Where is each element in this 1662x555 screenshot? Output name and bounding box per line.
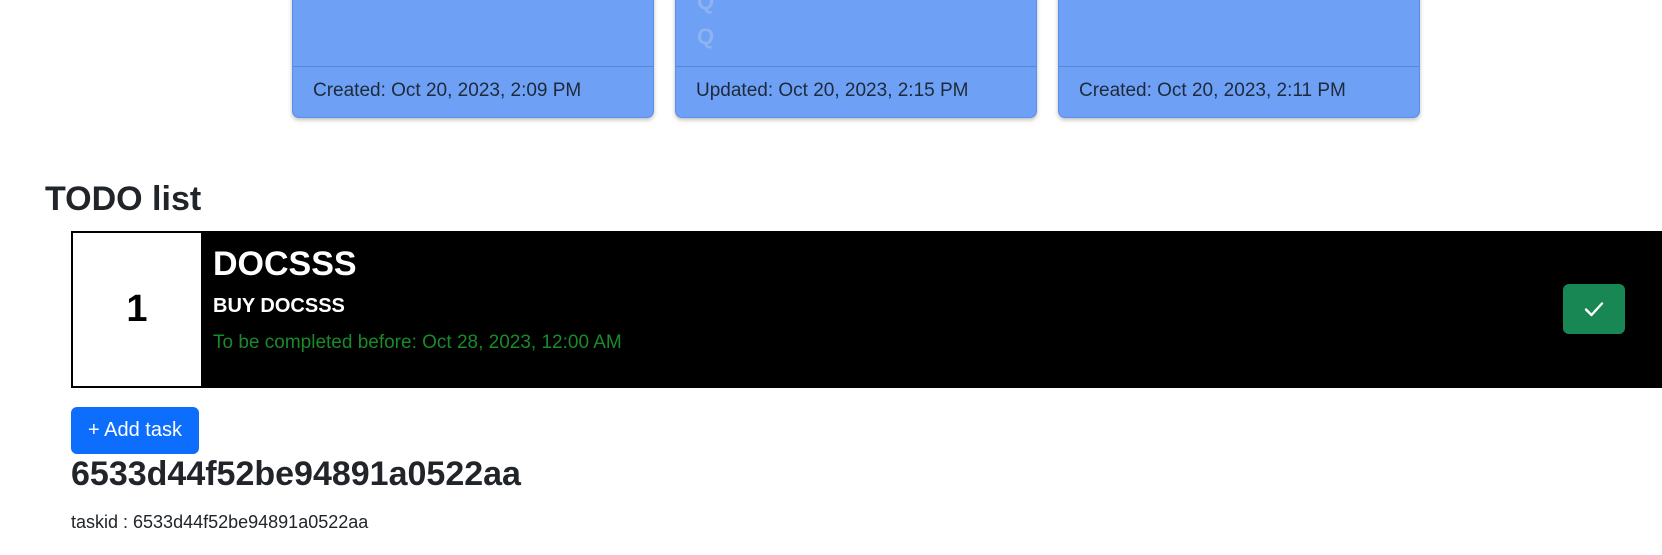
note-card[interactable]: Created: Oct 20, 2023, 2:11 PM	[1058, 0, 1420, 118]
note-timestamp: Updated: Oct 20, 2023, 2:15 PM	[676, 66, 1036, 117]
note-card[interactable]: Created: Oct 20, 2023, 2:09 PM	[292, 0, 654, 118]
task-title: DOCSSS	[213, 245, 357, 283]
note-body: Q Q	[676, 0, 1036, 67]
task-id-heading: 6533d44f52be94891a0522aa	[71, 455, 521, 493]
note-timestamp: Created: Oct 20, 2023, 2:11 PM	[1059, 66, 1419, 117]
note-card[interactable]: Q Q Updated: Oct 20, 2023, 2:15 PM	[675, 0, 1037, 118]
task-row[interactable]: 1 DOCSSS BUY DOCSSS To be completed befo…	[71, 231, 1662, 388]
note-line: Q	[697, 0, 715, 14]
check-icon	[1584, 302, 1604, 317]
task-description: BUY DOCSSS	[213, 295, 345, 317]
task-id-text: taskid : 6533d44f52be94891a0522aa	[71, 512, 369, 532]
note-body	[1059, 0, 1419, 67]
add-task-button[interactable]: + Add task	[71, 407, 199, 454]
complete-task-button[interactable]	[1563, 284, 1625, 334]
task-deadline: To be completed before: Oct 28, 2023, 12…	[213, 332, 622, 353]
task-number: 1	[73, 233, 201, 386]
todo-section-title: TODO list	[45, 180, 202, 218]
note-body	[293, 0, 653, 67]
note-timestamp: Created: Oct 20, 2023, 2:09 PM	[293, 66, 653, 117]
note-line: Q	[697, 24, 715, 49]
